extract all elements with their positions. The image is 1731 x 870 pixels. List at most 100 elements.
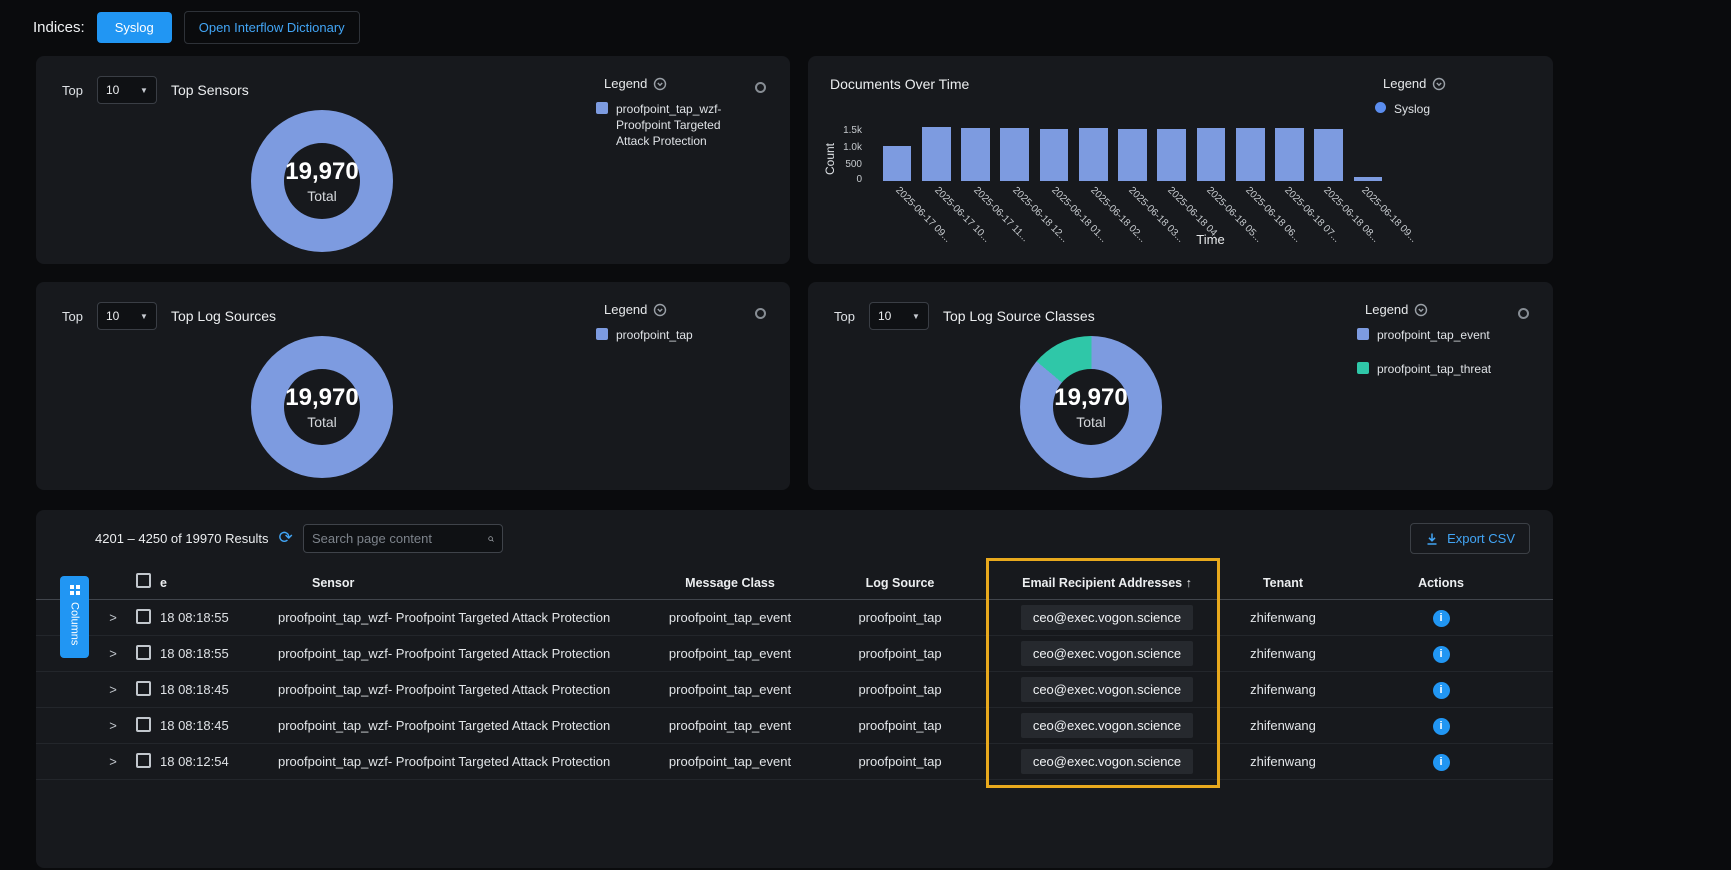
row-expand-chevron[interactable]: >	[100, 718, 126, 733]
table-row[interactable]: >18 08:18:45proofpoint_tap_wzf- Proofpoi…	[36, 672, 1553, 708]
refresh-icon[interactable]: ⟳	[278, 528, 292, 548]
legend-item-label: proofpoint_tap_wzf- Proofpoint Targeted …	[616, 101, 748, 150]
row-expand-chevron[interactable]: >	[100, 754, 126, 769]
panel-top-log-source-classes: Top 10 ▼ Top Log Source Classes 19,970 T…	[808, 282, 1553, 490]
cell-email[interactable]: ceo@exec.vogon.science	[1021, 713, 1193, 738]
bar[interactable]	[1155, 124, 1189, 181]
cell-email[interactable]: ceo@exec.vogon.science	[1021, 605, 1193, 630]
header-sensor[interactable]: Sensor	[278, 576, 654, 590]
info-icon[interactable]: i	[1433, 646, 1450, 663]
header-message-class[interactable]: Message Class	[654, 576, 806, 590]
cell-time: 18 08:18:55	[160, 646, 278, 661]
legend-item[interactable]: proofpoint_tap_wzf- Proofpoint Targeted …	[596, 101, 748, 150]
header-time[interactable]: e	[160, 576, 278, 590]
panel-options-icon[interactable]	[1518, 308, 1529, 319]
info-icon[interactable]: i	[1433, 754, 1450, 771]
panel-options-icon[interactable]	[755, 82, 766, 93]
cell-tenant: zhifenwang	[1220, 754, 1346, 769]
legend-item[interactable]: proofpoint_tap	[596, 327, 748, 343]
table-body: >18 08:18:55 proofpoint_tap_wzf- Proofpoi…	[36, 600, 1553, 780]
legend-toggle-icon[interactable]	[1432, 77, 1446, 91]
legend-toggle-icon[interactable]	[653, 77, 667, 91]
legend: Legend Syslog	[1375, 76, 1475, 117]
cell-log-source: proofpoint_tap	[806, 610, 994, 625]
panel-options-icon[interactable]	[755, 308, 766, 319]
table-toolbar: 4201 – 4250 of 19970 Results ⟳ Export CS…	[36, 510, 1553, 566]
bar[interactable]	[998, 124, 1032, 181]
cell-message-class: proofpoint_tap_event	[654, 682, 806, 697]
bar[interactable]	[1115, 124, 1149, 181]
row-checkbox[interactable]	[136, 753, 151, 768]
x-axis-label: Time	[958, 232, 1463, 247]
columns-button[interactable]: Columns	[60, 576, 89, 658]
table-row[interactable]: >18 08:12:54proofpoint_tap_wzf- Proofpoi…	[36, 744, 1553, 780]
bar[interactable]	[1037, 124, 1071, 181]
bar[interactable]	[919, 124, 953, 181]
donut-total-caption: Total	[307, 414, 337, 430]
row-expand-chevron[interactable]: >	[100, 646, 126, 661]
chevron-down-icon: ▼	[912, 312, 920, 321]
cell-tenant: zhifenwang	[1220, 646, 1346, 661]
legend-item[interactable]: proofpoint_tap_threat	[1357, 361, 1519, 377]
export-csv-button[interactable]: Export CSV	[1410, 523, 1530, 554]
cell-email[interactable]: ceo@exec.vogon.science	[1021, 677, 1193, 702]
bar[interactable]	[1233, 124, 1267, 181]
info-icon[interactable]: i	[1433, 682, 1450, 699]
top-n-dropdown[interactable]: 10 ▼	[869, 302, 929, 330]
donut-total-caption: Total	[1076, 414, 1106, 430]
table-row[interactable]: >18 08:18:45proofpoint_tap_wzf- Proofpoi…	[36, 708, 1553, 744]
top-n-value: 10	[878, 309, 891, 323]
syslog-index-button[interactable]: Syslog	[97, 12, 172, 43]
top-log-sources-donut-chart[interactable]: 19,970 Total	[251, 336, 393, 478]
bar[interactable]	[1312, 124, 1346, 181]
info-icon[interactable]: i	[1433, 718, 1450, 735]
legend: Legend proofpoint_tap	[596, 302, 748, 343]
top-log-source-classes-donut-chart[interactable]: 19,970 Total	[1020, 336, 1162, 478]
y-tick-label: 500	[845, 159, 862, 170]
panel-top-sensors: Top 10 ▼ Top Sensors 19,970 Total Legend…	[36, 56, 790, 264]
legend-swatch	[596, 328, 608, 340]
legend-item-label: Syslog	[1394, 101, 1430, 117]
dashboard-grid: Top 10 ▼ Top Sensors 19,970 Total Legend…	[36, 56, 1553, 490]
top-n-dropdown[interactable]: 10 ▼	[97, 302, 157, 330]
row-expand-chevron[interactable]: >	[100, 682, 126, 697]
donut-center-label: 19,970 Total	[251, 110, 393, 252]
bar[interactable]	[1351, 124, 1385, 181]
search-icon[interactable]	[488, 532, 494, 546]
header-actions[interactable]: Actions	[1346, 576, 1536, 590]
cell-log-source: proofpoint_tap	[806, 646, 994, 661]
header-log-source[interactable]: Log Source	[806, 576, 994, 590]
bar[interactable]	[1272, 124, 1306, 181]
cell-time: 18 08:18:45	[160, 718, 278, 733]
bar[interactable]	[880, 124, 914, 181]
cell-sensor: proofpoint_tap_wzf- Proofpoint Targeted …	[278, 610, 654, 625]
top-n-dropdown[interactable]: 10 ▼	[97, 76, 157, 104]
bar[interactable]	[1076, 124, 1110, 181]
header-tenant[interactable]: Tenant	[1220, 576, 1346, 590]
bar[interactable]	[958, 124, 992, 181]
top-sensors-donut-chart[interactable]: 19,970 Total	[251, 110, 393, 252]
row-checkbox[interactable]	[136, 645, 151, 660]
info-icon[interactable]: i	[1433, 610, 1450, 627]
table-row[interactable]: >18 08:18:55proofpoint_tap_wzf- Proofpoi…	[36, 636, 1553, 672]
header-email-recipient-addresses[interactable]: Email Recipient Addresses ↑	[994, 576, 1220, 590]
legend-toggle-icon[interactable]	[1414, 303, 1428, 317]
cell-message-class: proofpoint_tap_event	[654, 754, 806, 769]
row-checkbox[interactable]	[136, 609, 151, 624]
row-checkbox[interactable]	[136, 717, 151, 732]
search-input[interactable]	[312, 531, 488, 546]
row-checkbox[interactable]	[136, 681, 151, 696]
legend-item[interactable]: Syslog	[1375, 101, 1475, 117]
select-all-checkbox[interactable]	[136, 573, 151, 588]
table-row[interactable]: >18 08:18:55proofpoint_tap_wzf- Proofpoi…	[36, 600, 1553, 636]
legend-item[interactable]: proofpoint_tap_event	[1357, 327, 1519, 343]
bar[interactable]	[1194, 124, 1228, 181]
open-interflow-dictionary-button[interactable]: Open Interflow Dictionary	[184, 11, 360, 44]
legend-toggle-icon[interactable]	[653, 303, 667, 317]
cell-email[interactable]: ceo@exec.vogon.science	[1021, 749, 1193, 774]
cell-email[interactable]: ceo@exec.vogon.science	[1021, 641, 1193, 666]
legend: Legend proofpoint_tap_wzf- Proofpoint Ta…	[596, 76, 748, 150]
legend-swatch	[1375, 102, 1386, 113]
row-expand-chevron[interactable]: >	[100, 610, 126, 625]
sort-ascending-icon[interactable]: ↑	[1186, 576, 1192, 590]
